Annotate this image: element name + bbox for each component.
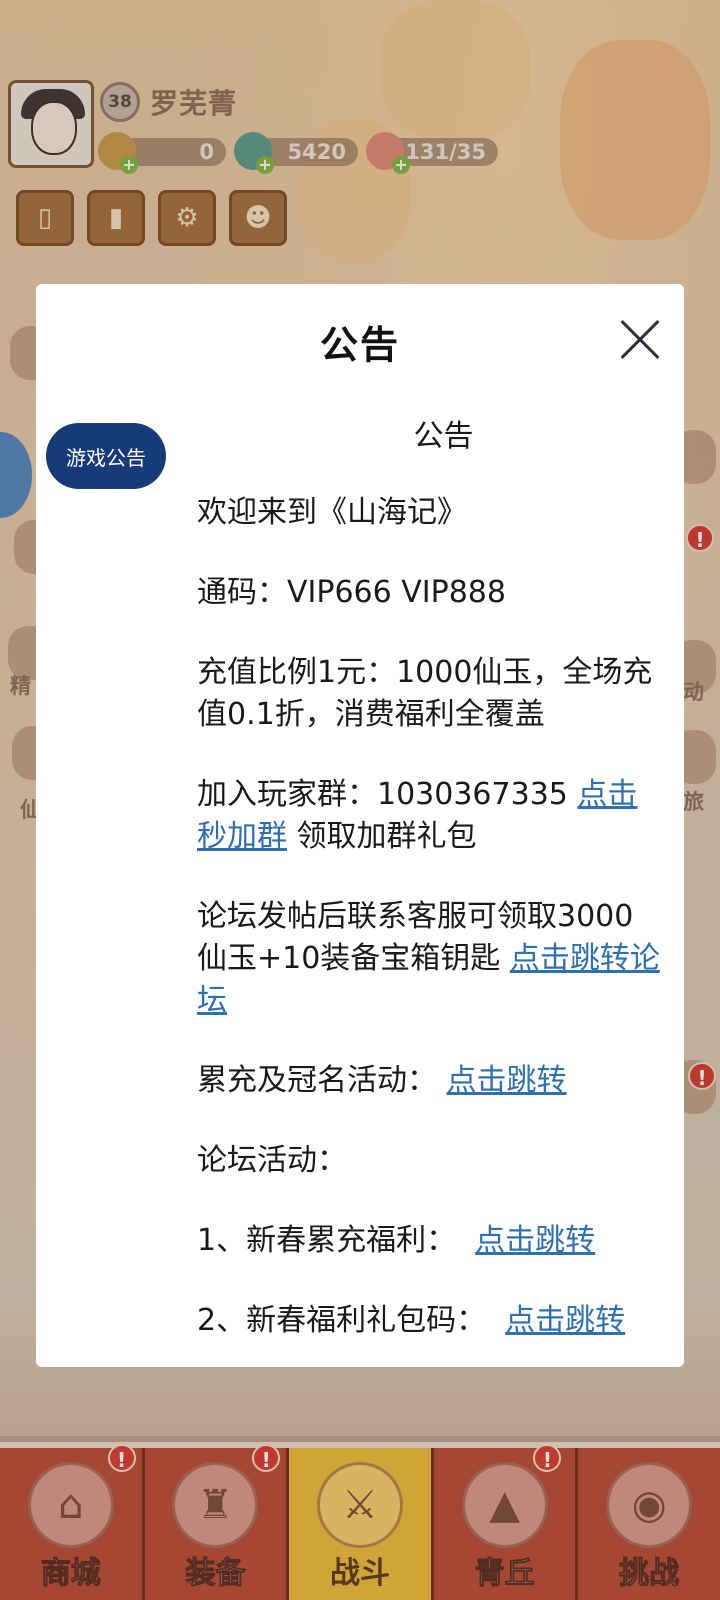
item2-link[interactable]: 点击跳转 [505, 1303, 625, 1338]
event-link[interactable]: 点击跳转 [447, 1063, 567, 1098]
nav-label: 战斗 [329, 1556, 390, 1591]
nav-qingqiu[interactable]: ▲ ! 青丘 [433, 1444, 579, 1600]
event-text: 累充及冠名活动： [197, 1063, 437, 1098]
nav-challenge[interactable]: ◉ 挑战 [578, 1448, 720, 1600]
shop-icon: ⌂ [27, 1462, 114, 1548]
event-paragraph: 累充及冠名活动： 点击跳转 [197, 1060, 662, 1102]
announcement-heading: 公告 [413, 419, 474, 454]
modal-title: 公告 [319, 323, 400, 367]
nav-battle[interactable]: ⚔ 战斗 [289, 1448, 434, 1600]
bottom-nav: ⌂ ! 商城 ♜ ! 装备 ⚔ 战斗 ▲ ! 青丘 ◉ 挑战 [0, 1442, 720, 1600]
alert-badge: ! [107, 1444, 136, 1472]
nav-equipment[interactable]: ♜ ! 装备 [144, 1444, 290, 1600]
announcement-modal: 公告 游戏公告 公告 欢迎来到《山海记》 通码：VIP666 VIP888 充值… [36, 284, 684, 1367]
crossed-swords-icon: ⚔ [316, 1462, 403, 1548]
mountain-icon: ▲ [461, 1462, 548, 1548]
item1-text: 1、新春累充福利： [197, 1223, 457, 1258]
announcement-content: 公告 欢迎来到《山海记》 通码：VIP666 VIP888 充值比例1元：100… [197, 416, 662, 1367]
nav-label: 青丘 [474, 1556, 535, 1592]
tab-game-announcement[interactable]: 游戏公告 [46, 423, 166, 489]
ratio-text: 充值比例1元：1000仙玉，全场充值0.1折，消费福利全覆盖 [197, 655, 653, 732]
welcome-text: 欢迎来到《山海记》 [197, 495, 467, 530]
item2-text: 2、新春福利礼包码： [197, 1303, 487, 1338]
nav-label: 商城 [40, 1556, 101, 1592]
orb-icon: ◉ [606, 1462, 693, 1548]
nav-label: 装备 [185, 1556, 246, 1592]
forum-activity-text: 论坛活动： [197, 1143, 347, 1178]
alert-badge: ! [533, 1444, 562, 1472]
group-suffix: 领取加群礼包 [287, 819, 477, 854]
activity-item-2: 2、新春福利礼包码： 点击跳转 [197, 1300, 662, 1342]
nav-label: 挑战 [619, 1556, 680, 1592]
helmet-icon: ♜ [172, 1462, 259, 1548]
close-icon[interactable] [618, 318, 662, 362]
group-text: 加入玩家群：1030367335 [197, 777, 578, 812]
alert-badge: ! [252, 1444, 281, 1472]
nav-shop[interactable]: ⌂ ! 商城 [0, 1444, 145, 1600]
codes-text: 通码：VIP666 VIP888 [197, 575, 506, 610]
activity-item-1: 1、新春累充福利： 点击跳转 [197, 1220, 662, 1262]
group-paragraph: 加入玩家群：1030367335 点击秒加群 领取加群礼包 [197, 774, 662, 858]
forum-paragraph: 论坛发帖后联系客服可领取3000仙玉+10装备宝箱钥匙 点击跳转论坛 [197, 896, 662, 1022]
item1-link[interactable]: 点击跳转 [475, 1223, 595, 1258]
